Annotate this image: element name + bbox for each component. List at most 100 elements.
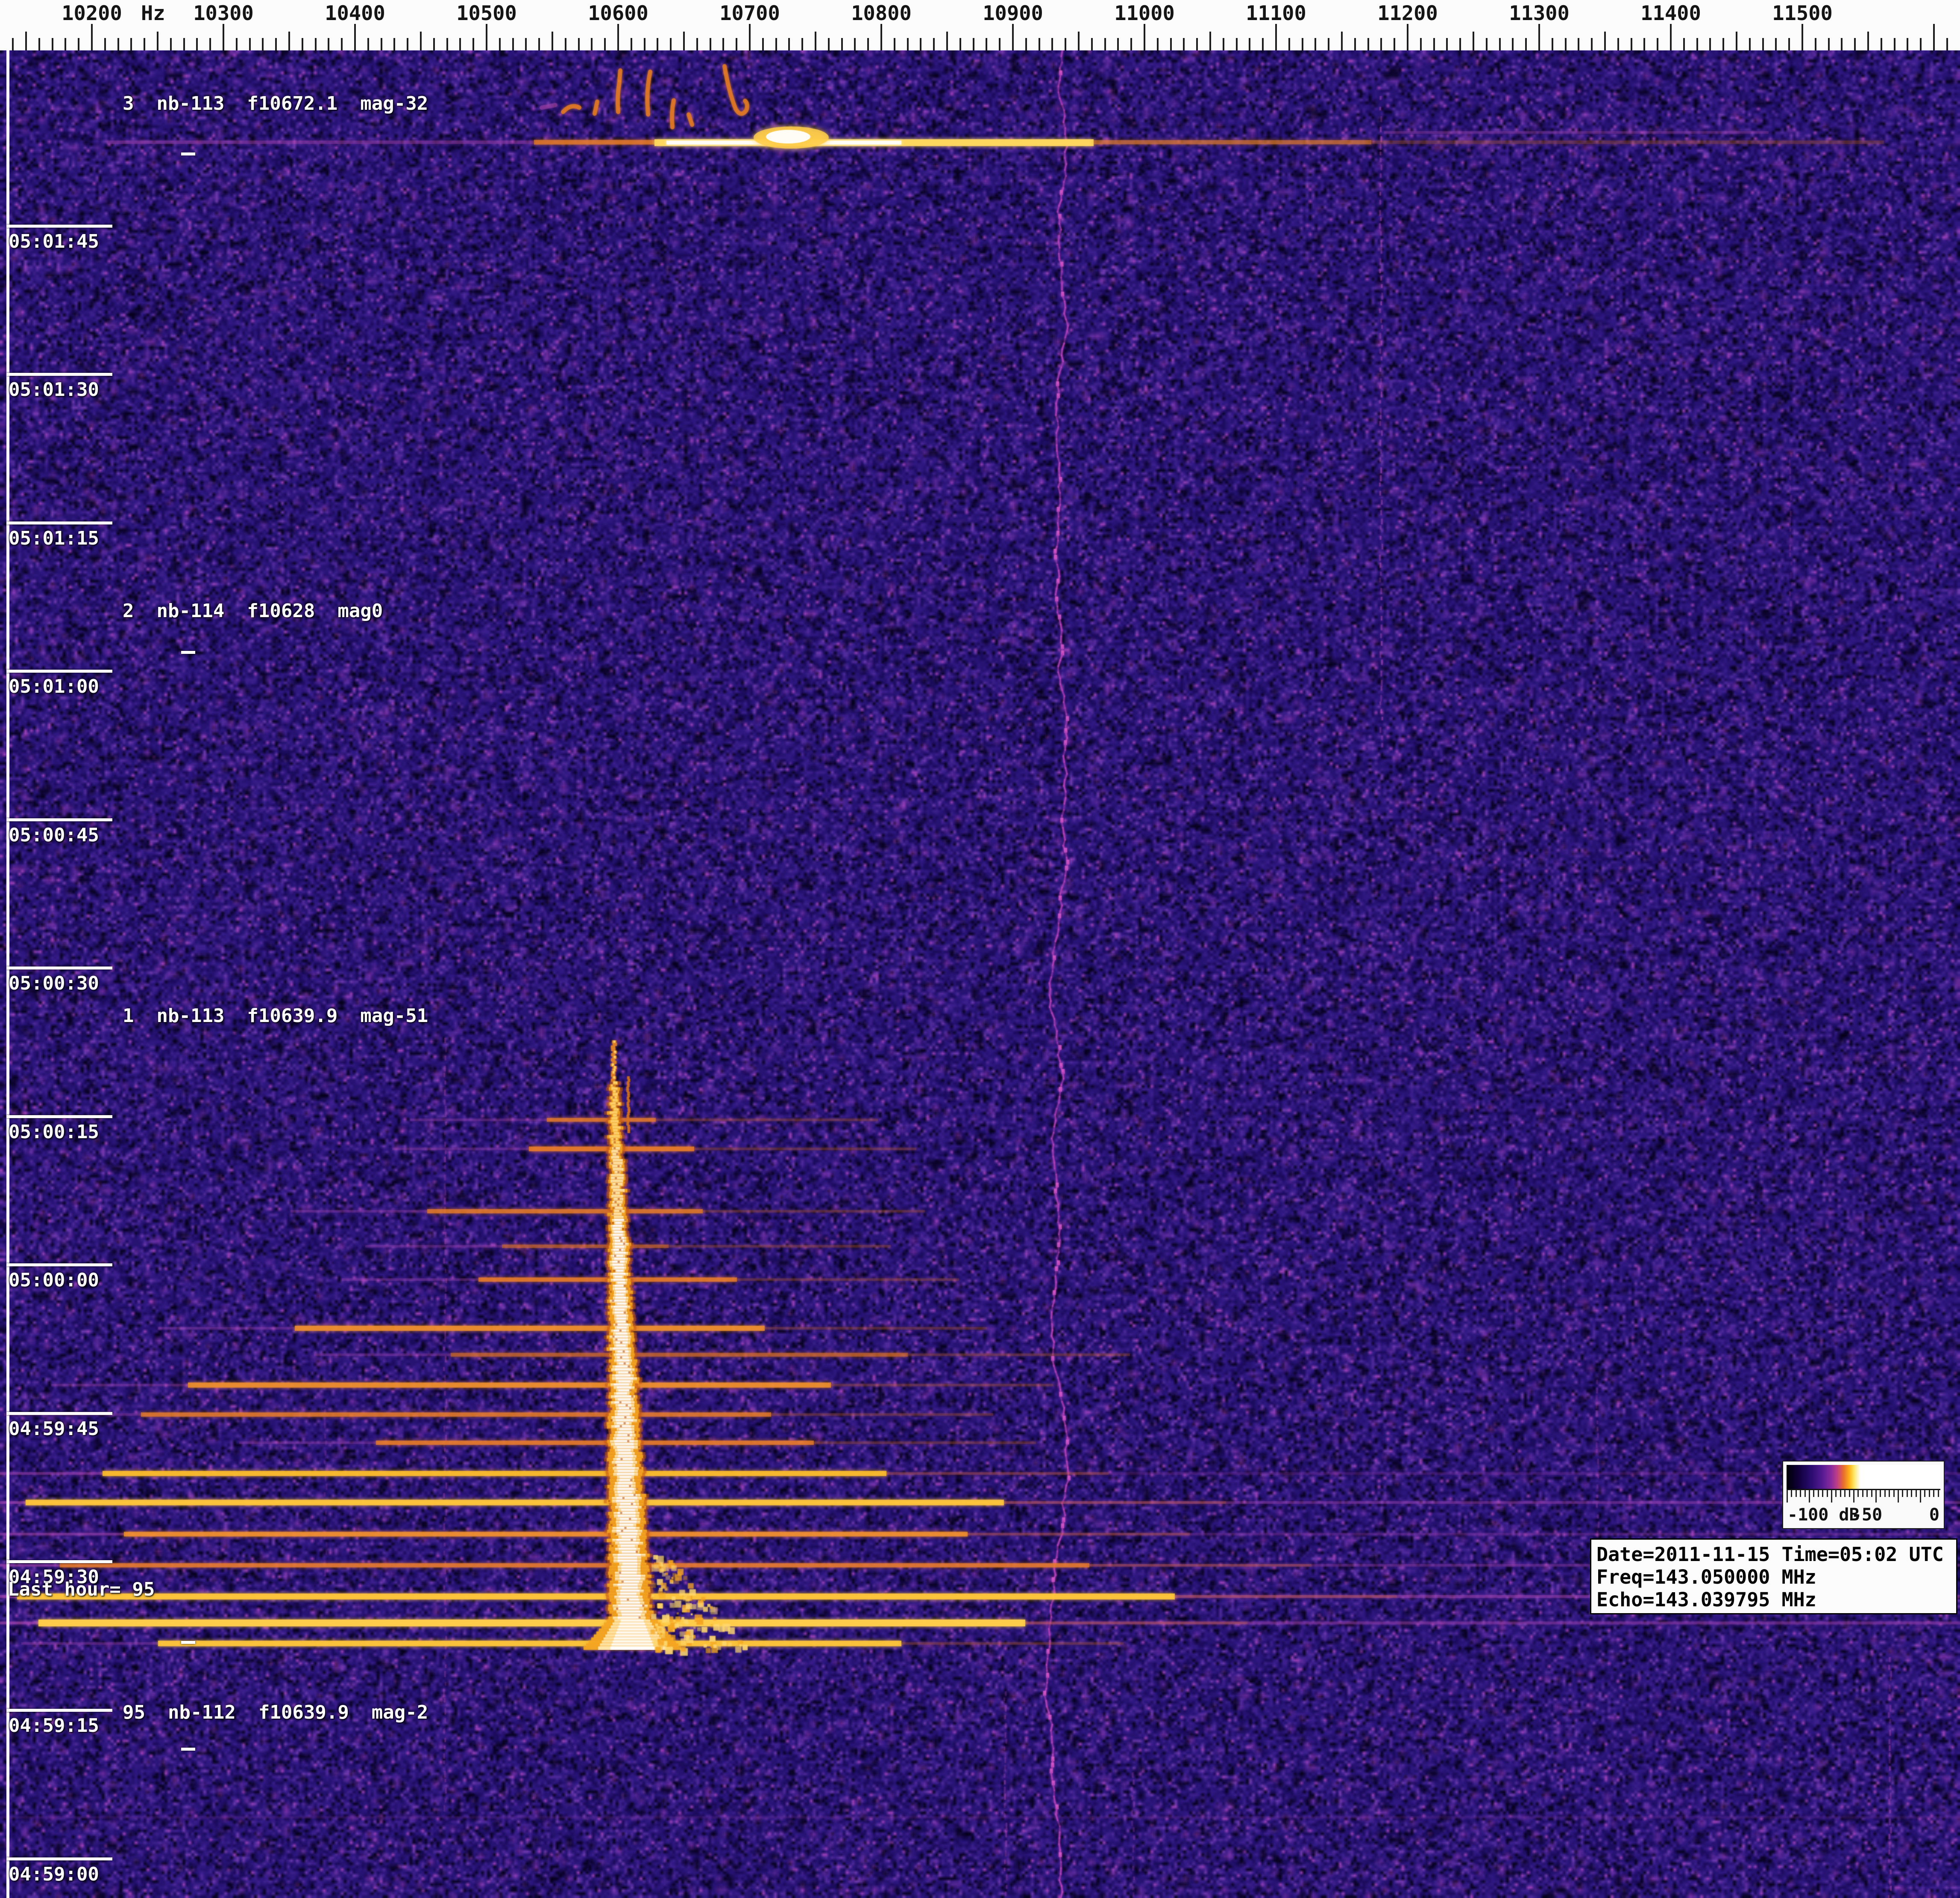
freq-tick [341, 38, 343, 50]
legend-tick [1907, 1490, 1908, 1497]
legend-tick [1924, 1490, 1925, 1497]
freq-label: 11400 [1640, 2, 1701, 25]
freq-label: 11000 [1114, 2, 1174, 25]
freq-tick [617, 24, 619, 50]
freq-tick [1946, 38, 1948, 50]
freq-tick [262, 38, 264, 50]
freq-tick [512, 38, 514, 50]
freq-tick [1209, 32, 1211, 50]
time-tick [6, 1263, 112, 1266]
freq-tick [1302, 38, 1303, 50]
freq-tick [946, 32, 948, 50]
event-marker-dash [181, 651, 195, 654]
event-marker-dash [181, 1641, 195, 1644]
freq-tick [1196, 38, 1198, 50]
freq-tick [236, 38, 238, 50]
freq-tick [1328, 38, 1329, 50]
time-tick [6, 670, 112, 673]
freq-tick [288, 32, 290, 50]
freq-tick [775, 38, 777, 50]
freq-tick [249, 38, 251, 50]
freq-tick [1815, 38, 1816, 50]
event-marker-dash [181, 152, 195, 155]
legend-tick [1898, 1490, 1899, 1503]
freq-tick [986, 38, 987, 50]
freq-tick [1565, 38, 1567, 50]
freq-tick [170, 38, 172, 50]
time-label: 05:00:30 [9, 972, 99, 994]
time-tick [6, 373, 112, 376]
freq-tick [183, 38, 185, 50]
legend-tick [1804, 1490, 1806, 1497]
time-tick [6, 225, 112, 228]
freq-tick [12, 38, 14, 50]
freq-tick [1631, 38, 1632, 50]
freq-label: 10900 [983, 2, 1043, 25]
event-label: 1 nb-113 f10639.9 mag-51 [123, 1005, 428, 1027]
freq-tick [1051, 38, 1053, 50]
time-tick [6, 1560, 112, 1563]
time-label: 05:01:45 [9, 231, 99, 252]
freq-tick [841, 38, 843, 50]
time-tick [6, 967, 112, 970]
freq-tick [499, 38, 501, 50]
freq-tick [1012, 24, 1014, 50]
freq-label: 10400 [325, 2, 385, 25]
freq-tick [1512, 38, 1514, 50]
freq-tick [525, 38, 527, 50]
legend-tick [1933, 1490, 1934, 1497]
last-hour-counter: Last hour= 95 [8, 1579, 155, 1600]
legend-tick [1822, 1490, 1823, 1497]
freq-tick [1709, 38, 1711, 50]
freq-tick [104, 38, 106, 50]
freq-tick [1025, 38, 1027, 50]
freq-tick [631, 38, 632, 50]
legend-tick [1862, 1490, 1863, 1497]
freq-tick [1670, 24, 1672, 50]
legend-tick [1880, 1490, 1881, 1497]
legend-tick [1787, 1490, 1788, 1503]
freq-tick [1341, 32, 1343, 50]
freq-tick [1367, 38, 1369, 50]
freq-tick [144, 38, 145, 50]
freq-tick [1170, 38, 1172, 50]
freq-tick [959, 38, 961, 50]
freq-tick [1762, 38, 1764, 50]
freq-tick [894, 38, 895, 50]
freq-tick [815, 32, 816, 50]
freq-tick [1223, 38, 1224, 50]
freq-tick [1788, 38, 1790, 50]
freq-label: 10200 [62, 2, 122, 25]
freq-tick [78, 38, 79, 50]
color-scale-legend: -100 dB -50 0 [1782, 1461, 1945, 1529]
freq-tick [1881, 38, 1882, 50]
freq-tick [1236, 38, 1238, 50]
legend-tick [1866, 1490, 1868, 1497]
freq-tick [1249, 38, 1250, 50]
freq-tick [420, 32, 422, 50]
freq-tick [328, 38, 329, 50]
freq-tick [1604, 32, 1606, 50]
freq-tick [1894, 38, 1895, 50]
freq-tick [1104, 38, 1106, 50]
freq-tick [315, 38, 317, 50]
freq-tick [670, 38, 672, 50]
freq-tick [552, 32, 553, 50]
time-label: 05:01:15 [9, 527, 99, 549]
freq-label: 11300 [1509, 2, 1569, 25]
freq-label: 10700 [719, 2, 780, 25]
freq-tick [722, 38, 724, 50]
legend-tick [1875, 1490, 1877, 1503]
freq-tick [1920, 38, 1922, 50]
freq-label: 11100 [1246, 2, 1306, 25]
freq-tick [1380, 38, 1382, 50]
time-label: 05:00:00 [9, 1269, 99, 1291]
freq-tick [1262, 38, 1264, 50]
time-label: 04:59:45 [9, 1418, 99, 1440]
freq-tick [538, 38, 540, 50]
time-label: 05:01:30 [9, 379, 99, 401]
freq-tick [1078, 32, 1080, 50]
freq-tick [25, 32, 27, 50]
freq-tick [591, 38, 593, 50]
freq-tick [1446, 38, 1448, 50]
